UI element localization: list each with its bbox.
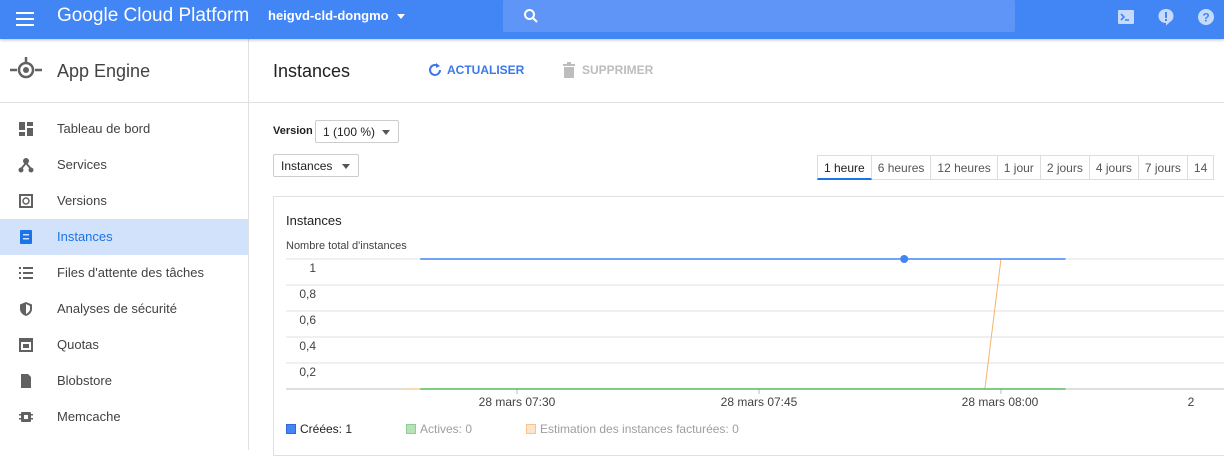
x-tick-label: 28 mars 07:45 [720, 395, 798, 409]
legend-label: Estimation des instances facturées: 0 [540, 422, 739, 436]
metric-select[interactable]: Instances [273, 154, 359, 177]
sidebar-item-label: Tableau de bord [57, 121, 151, 136]
sidebar: App Engine Tableau de bord Services Vers… [0, 39, 249, 450]
sidebar-item-versions[interactable]: Versions [0, 183, 248, 219]
project-name: heigvd-cld-dongmo [268, 8, 389, 23]
series-line-billed-estimate [404, 258, 1066, 390]
version-select-value: 1 (100 %) [323, 125, 376, 139]
legend-swatch [286, 424, 296, 434]
y-tick-label: 1 [309, 261, 316, 275]
instances-icon [20, 230, 32, 244]
app-name[interactable]: Google Cloud Platform [57, 5, 249, 27]
sidebar-item-instances[interactable]: Instances [0, 219, 248, 255]
y-tick-label: 0,4 [299, 339, 316, 353]
x-tick-label: 2 [1187, 395, 1195, 409]
main-content: Instances ACTUALISER SUPPRIMER Version 1… [249, 39, 1224, 456]
data-point-marker [900, 255, 909, 263]
help-icon[interactable]: ? [1197, 8, 1215, 26]
legend-swatch [526, 424, 536, 434]
file-icon [21, 374, 31, 388]
refresh-label: ACTUALISER [447, 63, 525, 77]
sidebar-header: App Engine [0, 39, 248, 103]
legend-item-active[interactable]: Actives: 0 [406, 422, 472, 436]
time-range-14d[interactable]: 14 [1187, 155, 1215, 180]
sidebar-item-dashboard[interactable]: Tableau de bord [0, 111, 248, 147]
page-title: Instances [273, 61, 351, 81]
sidebar-item-security-scans[interactable]: Analyses de sécurité [0, 291, 248, 327]
project-selector[interactable]: heigvd-cld-dongmo [268, 8, 405, 23]
version-select[interactable]: 1 (100 %) [315, 120, 399, 143]
time-range-4d[interactable]: 4 jours [1089, 155, 1139, 180]
notification-icon[interactable] [1157, 8, 1175, 26]
time-range-1h[interactable]: 1 heure [817, 155, 872, 180]
sidebar-item-label: Services [57, 157, 107, 172]
instances-chart-card: Instances Nombre total d'instances 1 0,8… [273, 196, 1224, 456]
legend-swatch [406, 424, 416, 434]
y-tick-label: 0,2 [299, 365, 316, 379]
legend-label: Créées: 1 [300, 422, 353, 436]
list-icon [19, 267, 33, 279]
x-tick-label: 28 mars 08:00 [961, 395, 1039, 409]
search-input[interactable] [503, 0, 1015, 32]
legend-item-created[interactable]: Créées: 1 [286, 422, 352, 436]
refresh-icon [429, 63, 441, 76]
services-icon [18, 158, 34, 173]
chevron-down-icon [382, 130, 390, 135]
sidebar-item-task-queues[interactable]: Files d'attente des tâches [0, 255, 248, 291]
sidebar-title: App Engine [57, 61, 151, 81]
search-icon [524, 9, 538, 23]
svg-text:?: ? [1202, 11, 1209, 25]
time-range-selector: 1 heure 6 heures 12 heures 1 jour 2 jour… [817, 155, 1215, 180]
trash-icon [563, 62, 575, 78]
sidebar-item-label: Files d'attente des tâches [57, 265, 205, 280]
top-bar: Google Cloud Platform heigvd-cld-dongmo … [0, 0, 1224, 39]
menu-icon[interactable] [14, 8, 36, 30]
dashboard-icon [19, 122, 33, 136]
memory-icon [19, 412, 33, 422]
time-range-7d[interactable]: 7 jours [1138, 155, 1188, 180]
chevron-down-icon [342, 164, 350, 169]
x-tick-label: 28 mars 07:30 [478, 395, 556, 409]
metric-select-value: Instances [281, 159, 333, 173]
chevron-down-icon [396, 14, 405, 20]
legend-item-billed-estimate[interactable]: Estimation des instances facturées: 0 [526, 422, 739, 436]
versions-icon [19, 194, 33, 208]
legend-label: Actives: 0 [420, 422, 473, 436]
sidebar-item-quotas[interactable]: Quotas [0, 327, 248, 363]
sidebar-item-label: Memcache [57, 409, 121, 424]
sidebar-item-label: Versions [57, 193, 107, 208]
time-range-12h[interactable]: 12 heures [931, 155, 998, 180]
time-range-2d[interactable]: 2 jours [1040, 155, 1090, 180]
sidebar-item-services[interactable]: Services [0, 147, 248, 183]
y-tick-label: 0,6 [299, 313, 316, 327]
sidebar-item-memcache[interactable]: Memcache [0, 399, 248, 435]
terminal-icon[interactable] [1117, 8, 1135, 26]
app-engine-icon [10, 57, 42, 79]
sidebar-item-blobstore[interactable]: Blobstore [0, 363, 248, 399]
sidebar-item-label: Analyses de sécurité [57, 301, 177, 316]
version-label: Version [273, 125, 313, 137]
shield-icon [20, 302, 32, 316]
page-header: Instances ACTUALISER SUPPRIMER [249, 39, 1224, 103]
y-tick-label: 0,8 [299, 287, 316, 301]
sidebar-item-label: Blobstore [57, 373, 112, 388]
delete-label: SUPPRIMER [582, 63, 654, 77]
time-range-1d[interactable]: 1 jour [997, 155, 1041, 180]
sidebar-item-label: Instances [57, 229, 113, 244]
time-range-6h[interactable]: 6 heures [871, 155, 932, 180]
quotas-icon [19, 338, 33, 352]
sidebar-item-label: Quotas [57, 337, 99, 352]
instances-chart [286, 255, 1224, 394]
